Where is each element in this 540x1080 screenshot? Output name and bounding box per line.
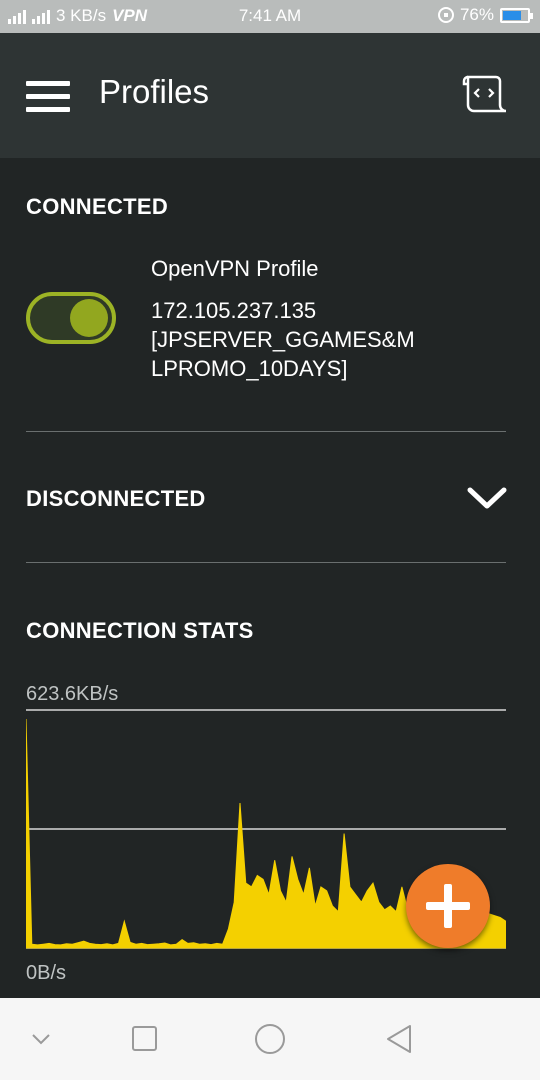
import-file-icon[interactable]	[462, 71, 508, 117]
disconnected-heading[interactable]: DISCONNECTED	[26, 486, 206, 512]
status-right: 76%	[437, 5, 533, 25]
divider	[26, 431, 506, 432]
battery-percent: 76%	[459, 5, 494, 24]
profile-detail: 172.105.237.135 [JPSERVER_GGAMES&M LPROM…	[151, 298, 415, 381]
navigation-bar	[0, 998, 540, 1080]
add-profile-button[interactable]	[406, 864, 490, 948]
min-speed-label: 0B/s	[26, 962, 67, 984]
app-bar: Profiles	[0, 33, 540, 158]
hide-nav-chevron-icon[interactable]	[22, 1022, 62, 1056]
battery-icon	[500, 7, 533, 23]
profile-name[interactable]: OpenVPN Profile	[151, 256, 319, 282]
hamburger-menu-icon[interactable]	[26, 81, 70, 113]
toggle-knob	[70, 299, 108, 337]
rotation-lock-icon	[437, 7, 454, 23]
connection-toggle[interactable]	[26, 292, 116, 344]
status-bar: 3 KB/s VPN 7:41 AM 76%	[0, 0, 540, 33]
page-title: Profiles	[99, 73, 210, 110]
connected-heading: CONNECTED	[26, 194, 169, 219]
home-circle-icon[interactable]	[250, 1022, 290, 1056]
recents-square-icon[interactable]	[124, 1022, 164, 1056]
divider	[26, 562, 506, 563]
connection-stats-heading: CONNECTION STATS	[26, 618, 254, 643]
chevron-down-icon[interactable]	[466, 482, 508, 514]
back-triangle-icon[interactable]	[380, 1022, 420, 1056]
battery-fill	[503, 10, 521, 20]
